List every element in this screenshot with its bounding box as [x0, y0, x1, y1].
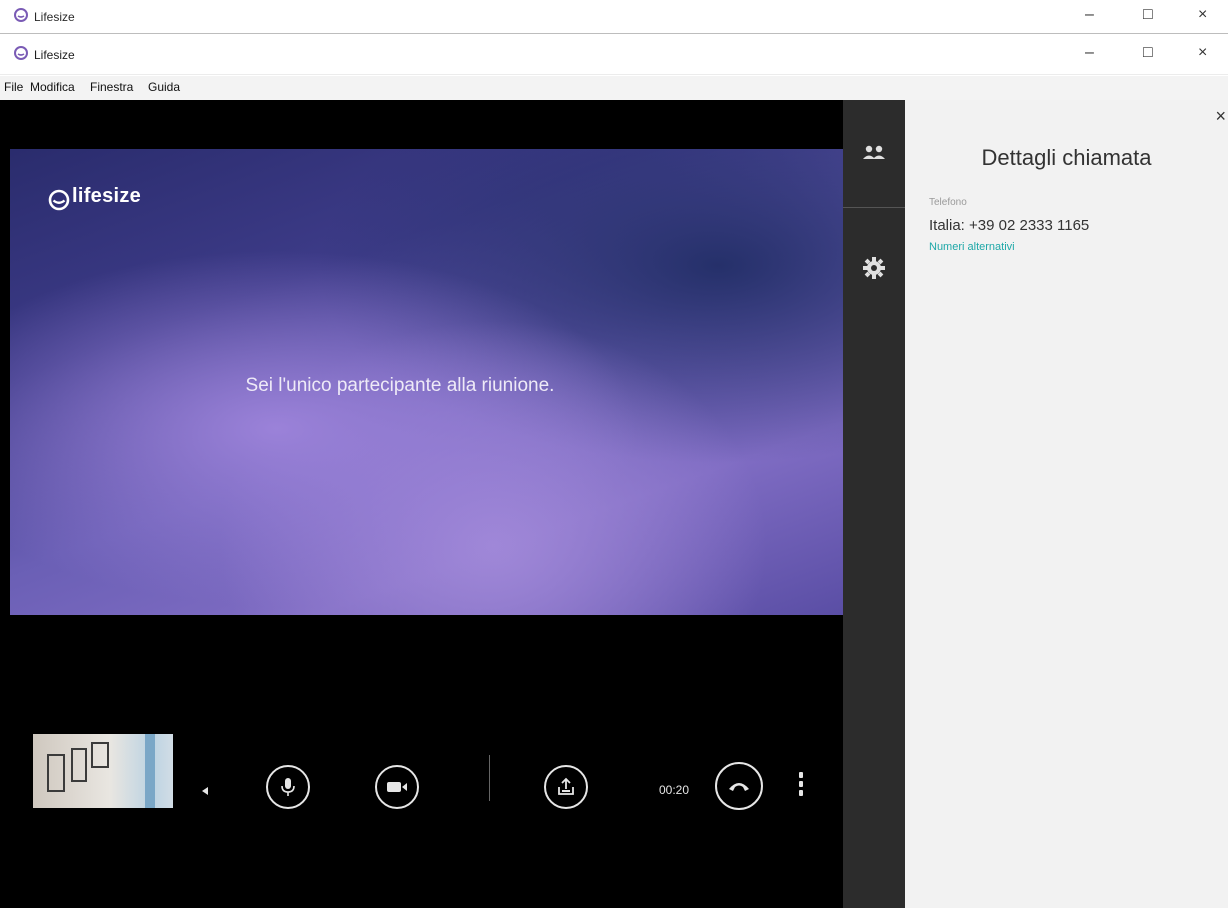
hang-up-phone-icon [729, 783, 749, 791]
menu-finestra[interactable]: Finestra [90, 80, 133, 94]
video-camera-icon [387, 782, 407, 792]
background-window-title: Lifesize [34, 10, 75, 24]
microphone-button[interactable] [266, 765, 310, 809]
hang-up-button[interactable] [715, 762, 763, 810]
alternative-numbers-link[interactable]: Numeri alternativi [929, 241, 1015, 253]
menu-modifica[interactable]: Modifica [30, 80, 75, 94]
controls-divider [489, 755, 490, 801]
share-upload-icon [558, 777, 574, 795]
phone-number: Italia: +39 02 2333 1165 [929, 217, 1090, 234]
maximize-button[interactable]: □ [1143, 44, 1153, 62]
lifesize-logo-icon [14, 46, 28, 60]
background-maximize-button[interactable]: □ [1143, 6, 1153, 24]
close-details-button[interactable]: × [1215, 106, 1226, 127]
details-title: Dettagli chiamata [981, 145, 1152, 170]
video-area: lifesize Sei l'unico partecipante alla r… [0, 100, 843, 908]
camera-button[interactable] [375, 765, 419, 809]
background-window-titlebar: Lifesize – □ × [0, 0, 1228, 34]
minimize-button[interactable]: – [1085, 44, 1094, 62]
menu-guida[interactable]: Guida [148, 80, 180, 94]
picture-frame [47, 754, 65, 792]
background-close-button[interactable]: × [1198, 6, 1207, 24]
window-light [145, 734, 155, 808]
window-titlebar: Lifesize – □ × [0, 36, 1228, 75]
menu-file[interactable]: File [4, 80, 23, 94]
participants-icon [863, 145, 885, 159]
tab-participants[interactable] [843, 100, 905, 206]
picture-frame [91, 742, 109, 768]
picture-frame [71, 748, 87, 782]
call-sidebar [843, 100, 905, 908]
call-details-panel: × Dettagli chiamata Telefono Italia: +39… [905, 100, 1228, 908]
microphone-icon [281, 778, 295, 796]
meeting-stage: lifesize Sei l'unico partecipante alla r… [10, 149, 843, 615]
gear-icon [863, 257, 885, 279]
window-title: Lifesize [34, 48, 75, 62]
close-button[interactable]: × [1198, 44, 1207, 62]
dot [799, 781, 803, 787]
share-screen-button[interactable] [544, 765, 588, 809]
lifesize-brand-icon [48, 189, 70, 211]
sidebar-separator [843, 207, 905, 208]
collapse-selfview-arrow-icon[interactable] [202, 787, 208, 795]
dot [799, 772, 803, 778]
background-minimize-button[interactable]: – [1085, 6, 1094, 24]
more-options-button[interactable] [797, 772, 805, 800]
call-timer: 00:20 [659, 783, 690, 797]
menu-bar: File Modifica Finestra Guida [0, 76, 1228, 100]
lifesize-logo-icon [14, 8, 28, 22]
tab-settings[interactable] [843, 215, 905, 321]
phone-label: Telefono [929, 197, 967, 208]
self-view-thumbnail[interactable] [33, 734, 173, 808]
only-participant-message: Sei l'unico partecipante alla riunione. [245, 375, 555, 396]
divider [0, 33, 1228, 34]
brand-wordmark: lifesize [72, 185, 142, 207]
dot [799, 790, 803, 796]
